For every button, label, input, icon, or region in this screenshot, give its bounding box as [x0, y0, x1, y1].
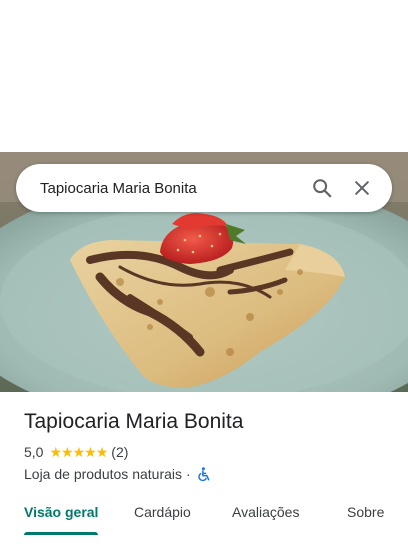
rating-value: 5,0 [24, 444, 44, 460]
category-row: Loja de produtos naturais · [24, 464, 394, 484]
review-count[interactable]: (2) [111, 442, 128, 462]
wheelchair-icon[interactable] [197, 466, 211, 482]
search-icon[interactable] [302, 168, 342, 208]
search-bar[interactable]: Tapiocaria Maria Bonita [16, 164, 392, 212]
place-title: Tapiocaria Maria Bonita [24, 410, 244, 433]
place-tabs: Visão geral Cardápio Avaliações Sobre [0, 494, 408, 536]
place-category[interactable]: Loja de produtos naturais [24, 464, 182, 484]
star-icon: ★ [84, 444, 97, 460]
star-icon: ★ [49, 444, 62, 460]
close-icon[interactable] [342, 168, 382, 208]
search-input[interactable]: Tapiocaria Maria Bonita [40, 180, 302, 197]
map-area [0, 0, 408, 152]
active-tab-indicator [24, 532, 98, 535]
star-icon: ★ [72, 444, 86, 460]
tab-about[interactable]: Sobre [347, 504, 384, 520]
tab-overview[interactable]: Visão geral [24, 504, 98, 520]
separator: · [186, 466, 191, 482]
star-rating: ★ ★ ★ ★ ★ [49, 444, 109, 460]
star-icon: ★ [61, 444, 74, 460]
star-icon: ★ [95, 444, 109, 460]
rating-row[interactable]: 5,0 ★ ★ ★ ★ ★ (2) [24, 442, 394, 462]
place-info: Tapiocaria Maria Bonita 5,0 ★ ★ ★ ★ ★ (2… [24, 408, 394, 484]
tab-reviews[interactable]: Avaliações [232, 504, 299, 520]
tab-menu[interactable]: Cardápio [134, 504, 191, 520]
